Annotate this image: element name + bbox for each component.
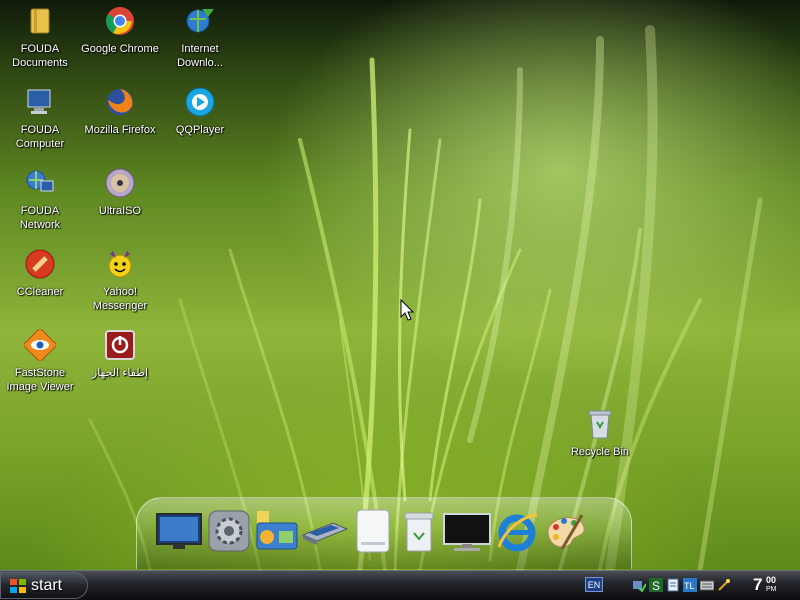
icon-label: Mozilla Firefox bbox=[84, 124, 156, 136]
firefox-icon bbox=[103, 85, 137, 119]
desktop-icon-shutdown[interactable]: إطفاء الجهاز bbox=[80, 326, 160, 380]
dock-control-panel-icon[interactable] bbox=[252, 507, 302, 555]
desktop-icon-fouda-documents[interactable]: FOUDA Documents bbox=[0, 2, 80, 70]
clock-minute: 00 bbox=[766, 575, 777, 585]
folder-icon bbox=[23, 4, 57, 38]
desktop-icon-ultraiso[interactable]: UltraISO bbox=[80, 164, 160, 218]
mouse-cursor bbox=[400, 298, 415, 321]
icon-label: Yahoo! Messenger bbox=[92, 286, 148, 312]
clock-hour: 7 bbox=[753, 575, 763, 594]
icon-label: QQPlayer bbox=[175, 124, 225, 136]
computer-icon bbox=[23, 85, 57, 119]
wand-icon[interactable] bbox=[717, 578, 731, 592]
desktop-wallpaper: FOUDA Documents FOUDA Computer FOUDA Net… bbox=[0, 0, 800, 570]
start-label: start bbox=[31, 576, 63, 594]
dock-internet-explorer-icon[interactable] bbox=[492, 507, 542, 555]
shutdown-icon bbox=[103, 328, 137, 362]
ccleaner-icon bbox=[23, 247, 57, 281]
recycle-bin-icon bbox=[583, 407, 617, 441]
internet-download-manager-icon bbox=[183, 4, 217, 38]
document-icon[interactable] bbox=[666, 578, 680, 592]
icon-label: CCleaner bbox=[16, 286, 64, 298]
desktop-icon-faststone[interactable]: FastStone Image Viewer bbox=[0, 326, 80, 394]
windows-logo-icon bbox=[9, 577, 27, 595]
yahoo-messenger-icon bbox=[103, 247, 137, 281]
clock-ampm: PM bbox=[766, 586, 777, 593]
icon-label: Google Chrome bbox=[81, 43, 159, 55]
desktop-icon-ccleaner[interactable]: CCleaner bbox=[0, 245, 80, 299]
start-button[interactable]: start bbox=[0, 572, 88, 599]
qqplayer-icon bbox=[183, 85, 217, 119]
desktop-icon-qqplayer[interactable]: QQPlayer bbox=[160, 83, 240, 137]
dock-display-icon[interactable] bbox=[442, 507, 492, 555]
desktop-icon-fouda-computer[interactable]: FOUDA Computer bbox=[0, 83, 80, 151]
icon-label: UltraISO bbox=[98, 205, 142, 217]
dock-removable-drive-icon[interactable] bbox=[348, 507, 398, 555]
dock-scanner-icon[interactable] bbox=[300, 507, 350, 555]
desktop-icon-fouda-network[interactable]: FOUDA Network bbox=[0, 164, 80, 232]
tl-app-icon[interactable]: TL bbox=[683, 578, 697, 592]
icon-label: Internet Downlo... bbox=[177, 43, 223, 69]
desktop-icon-internet-download-manager[interactable]: Internet Downlo... bbox=[160, 2, 240, 70]
svg-text:TL: TL bbox=[684, 581, 695, 591]
icon-label: FOUDA Computer bbox=[15, 124, 65, 150]
system-tray: S TL bbox=[632, 575, 731, 595]
icon-label: FastStone Image Viewer bbox=[6, 367, 74, 393]
svg-text:S: S bbox=[652, 579, 660, 592]
desktop-icon-recycle-bin[interactable]: Recycle Bin bbox=[560, 405, 640, 459]
faststone-icon bbox=[23, 328, 57, 362]
taskbar-clock[interactable]: 7 00 PM bbox=[750, 573, 794, 597]
dock-trash-can-icon[interactable] bbox=[394, 507, 444, 555]
icon-label: Recycle Bin bbox=[570, 446, 630, 458]
icon-label: FOUDA Network bbox=[19, 205, 61, 231]
network-status-icon[interactable] bbox=[632, 578, 646, 592]
dock-paint-palette-icon[interactable] bbox=[540, 507, 590, 555]
icon-label: إطفاء الجهاز bbox=[91, 367, 149, 379]
language-indicator[interactable]: EN bbox=[585, 577, 603, 592]
disc-icon bbox=[103, 166, 137, 200]
network-icon bbox=[23, 166, 57, 200]
dock-monitor-icon[interactable] bbox=[154, 507, 204, 555]
keyboard-icon[interactable] bbox=[700, 578, 714, 592]
desktop-icon-yahoo-messenger[interactable]: Yahoo! Messenger bbox=[80, 245, 160, 313]
s-app-icon[interactable]: S bbox=[649, 578, 663, 592]
icon-label: FOUDA Documents bbox=[12, 43, 68, 69]
chrome-icon bbox=[103, 4, 137, 38]
dock-settings-gears-icon[interactable] bbox=[204, 507, 254, 555]
desktop-icon-google-chrome[interactable]: Google Chrome bbox=[80, 2, 160, 56]
dock-bar bbox=[136, 497, 632, 569]
desktop-icon-mozilla-firefox[interactable]: Mozilla Firefox bbox=[80, 83, 160, 137]
